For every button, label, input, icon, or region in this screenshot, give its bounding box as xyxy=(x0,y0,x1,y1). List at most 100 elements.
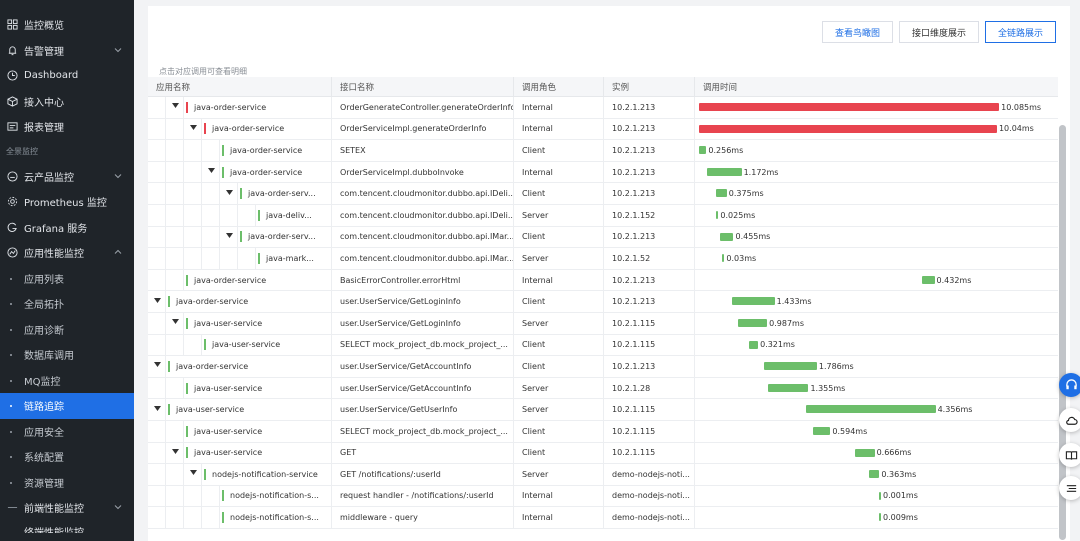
instance-cell: 10.2.1.213 xyxy=(604,269,695,291)
duration-cell: 1.786ms xyxy=(695,356,1058,377)
duration-bar[interactable] xyxy=(699,103,1000,111)
table-row[interactable]: java-user-service SELECT mock_project_db.… xyxy=(148,420,1058,443)
sidebar-item-access[interactable]: 接入中心 xyxy=(0,89,134,115)
duration-bar[interactable] xyxy=(732,297,775,306)
sidebar-subitem-app-security[interactable]: 应用安全 xyxy=(0,419,134,445)
duration-bar[interactable] xyxy=(921,275,935,284)
table-row[interactable]: nodejs-notification-service GET /notifica… xyxy=(148,464,1058,486)
caret-down-icon[interactable] xyxy=(154,405,162,414)
duration-bar[interactable] xyxy=(699,146,707,155)
duration-bar[interactable] xyxy=(813,426,831,435)
sidebar-item-overview[interactable]: 监控概览 xyxy=(0,12,134,38)
duration-bar[interactable] xyxy=(855,448,875,457)
sidebar-subitem-system-config[interactable]: 系统配置 xyxy=(0,444,134,470)
full-link-button[interactable]: 全链路展示 xyxy=(984,21,1056,43)
book-icon[interactable] xyxy=(1059,443,1080,467)
caret-down-icon[interactable] xyxy=(190,470,198,478)
sidebar-item-terminal[interactable]: 终端性能监控 xyxy=(0,521,134,533)
sidebar-item-rum[interactable]: 前端性能监控 xyxy=(0,495,134,521)
caret-down-icon[interactable] xyxy=(226,232,234,241)
table-row[interactable]: java-user-service GET Client 10.2.1.115 0.66… xyxy=(148,442,1058,465)
table-row[interactable]: java-order-service user.UserService/GetAc… xyxy=(148,356,1058,378)
table-row[interactable]: java-user-service user.UserService/GetLog… xyxy=(148,312,1058,335)
ok-indicator xyxy=(168,404,170,416)
table-header: 应用名称 接口名称 调用角色 实例 调用时间 xyxy=(148,77,1058,97)
headset-icon[interactable] xyxy=(1059,373,1080,397)
sidebar-item-cloud-product[interactable]: 云产品监控 xyxy=(0,164,134,190)
ok-indicator xyxy=(168,360,170,372)
duration-bar[interactable] xyxy=(738,318,768,327)
sidebar-subitem-db-calls[interactable]: 数据库调用 xyxy=(0,342,134,368)
caret-down-icon[interactable] xyxy=(190,124,198,133)
table-row[interactable]: nodejs-notification-s... middleware - que… xyxy=(148,507,1058,529)
table-row[interactable]: java-order-serv... com.tencent.cloudmonit… xyxy=(148,183,1058,205)
caret-down-icon[interactable] xyxy=(226,189,234,198)
duration-label: 0.321ms xyxy=(760,340,795,350)
chevron-up-icon xyxy=(114,249,122,254)
duration-bar[interactable] xyxy=(699,124,997,133)
role-cell: Client xyxy=(514,334,604,356)
caret-down-icon[interactable] xyxy=(172,103,180,111)
app-name: java-user-service xyxy=(194,318,263,328)
interface-cell: user.UserService/GetAccountInfo xyxy=(332,377,514,399)
sidebar-subitem-tracing[interactable]: 链路追踪 xyxy=(0,393,134,419)
duration-bar[interactable] xyxy=(748,340,759,349)
caret-down-icon[interactable] xyxy=(154,297,162,306)
sidebar-subitem-diagnosis[interactable]: 应用诊断 xyxy=(0,317,134,343)
cloud-icon[interactable] xyxy=(1059,408,1080,432)
duration-bar[interactable] xyxy=(715,189,727,198)
sidebar-item-apm[interactable]: 应用性能监控 xyxy=(0,240,134,266)
tree-guide-line xyxy=(237,248,238,269)
table-row[interactable]: java-user-service user.UserService/GetAcc… xyxy=(148,377,1058,400)
duration-bar[interactable] xyxy=(768,383,809,392)
sidebar-item-report[interactable]: 报表管理 xyxy=(0,114,134,140)
duration-bar[interactable] xyxy=(716,210,719,219)
tree-guide-line xyxy=(165,226,166,248)
duration-bar[interactable] xyxy=(879,491,881,500)
sidebar-item-label: 应用诊断 xyxy=(24,325,64,337)
table-row[interactable]: java-order-service user.UserService/GetLo… xyxy=(148,291,1058,313)
interface-cell: SELECT mock_project_db.mock_project_... xyxy=(332,334,514,356)
duration-bar[interactable] xyxy=(722,254,725,263)
tree-guide-line xyxy=(201,226,202,248)
table-row[interactable]: java-user-service user.UserService/GetUse… xyxy=(148,399,1058,421)
overview-button[interactable]: 查看鸟瞰图 xyxy=(821,21,893,43)
sidebar-subitem-mq[interactable]: MQ监控 xyxy=(0,368,134,394)
sidebar-subitem-topology[interactable]: 全局拓扑 xyxy=(0,291,134,317)
tree-guide-line xyxy=(165,377,166,399)
duration-label: 0.025ms xyxy=(720,210,756,220)
table-row[interactable]: java-order-service BasicErrorController.e… xyxy=(148,269,1058,292)
table-row[interactable]: java-order-serv... com.tencent.cloudmonit… xyxy=(148,226,1058,249)
sidebar-subitem-app-list[interactable]: 应用列表 xyxy=(0,266,134,292)
table-row[interactable]: java-order-service OrderServiceImpl.gener… xyxy=(148,118,1058,141)
sidebar-item-grafana[interactable]: Grafana 服务 xyxy=(0,215,134,241)
list-icon[interactable] xyxy=(1059,476,1080,500)
sidebar-item-dashboard[interactable]: Dashboard xyxy=(0,63,134,89)
tree-guide-line xyxy=(165,183,166,204)
caret-down-icon[interactable] xyxy=(172,319,180,327)
duration-bar[interactable] xyxy=(806,405,936,414)
sidebar-item-label: 监控概览 xyxy=(24,21,64,33)
ok-indicator xyxy=(240,231,242,243)
table-row[interactable]: java-order-service SETEX Client 10.2.1.213 0… xyxy=(148,140,1058,162)
caret-down-icon[interactable] xyxy=(208,168,216,176)
table-row[interactable]: java-deliv... com.tencent.cloudmonitor.du… xyxy=(148,204,1058,227)
table-row[interactable]: java-mark... com.tencent.cloudmonitor.dub… xyxy=(148,248,1058,270)
table-row[interactable]: java-user-service SELECT mock_project_db.… xyxy=(148,334,1058,357)
role-cell: Internal xyxy=(514,485,604,507)
duration-bar[interactable] xyxy=(720,232,734,241)
duration-bar[interactable] xyxy=(706,167,742,176)
sidebar-item-alarm[interactable]: 告警管理 xyxy=(0,38,134,64)
duration-bar[interactable] xyxy=(879,513,881,522)
sidebar-item-prometheus[interactable]: Prometheus 监控 xyxy=(0,189,134,215)
instance-cell: 10.2.1.28 xyxy=(604,377,695,399)
duration-bar[interactable] xyxy=(763,362,817,371)
sidebar-subitem-resource[interactable]: 资源管理 xyxy=(0,470,134,496)
duration-bar[interactable] xyxy=(868,470,880,479)
caret-down-icon[interactable] xyxy=(154,362,162,370)
interface-view-button[interactable]: 接口维度展示 xyxy=(898,21,979,43)
table-row[interactable]: nodejs-notification-s... request handler … xyxy=(148,485,1058,508)
table-row[interactable]: java-order-service OrderServiceImpl.dubbo… xyxy=(148,161,1058,184)
table-row[interactable]: java-order-service OrderGenerateControlle… xyxy=(148,97,1058,119)
caret-down-icon[interactable] xyxy=(172,448,180,457)
